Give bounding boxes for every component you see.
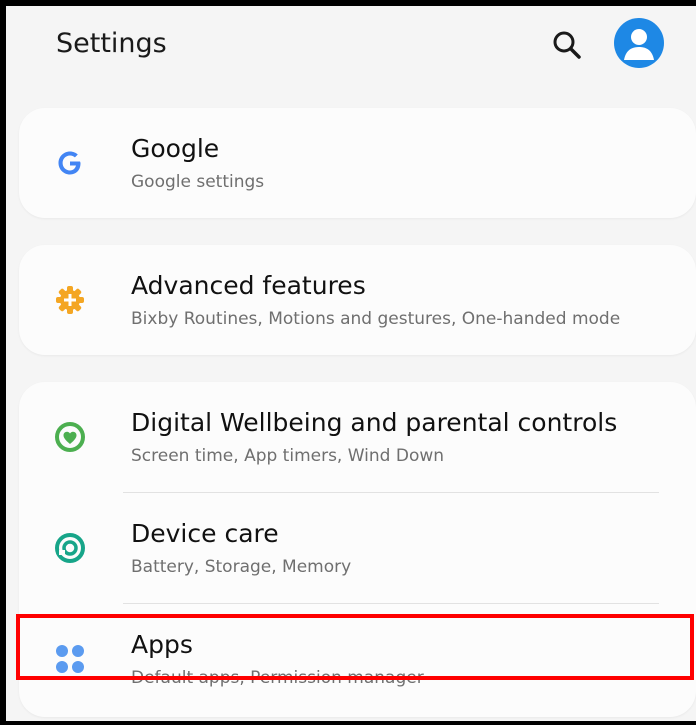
settings-item-label: Google [131, 134, 220, 163]
settings-item-label: Digital Wellbeing and parental controls [131, 408, 618, 437]
advanced-features-card: Advanced features Bixby Routines, Motion… [19, 245, 696, 355]
settings-header: Settings [6, 6, 696, 86]
settings-item-subtitle: Battery, Storage, Memory [131, 557, 352, 577]
search-icon [553, 31, 581, 59]
google-icon [51, 144, 89, 182]
settings-item-subtitle: Google settings [131, 172, 265, 192]
settings-item-subtitle: Bixby Routines, Motions and gestures, On… [131, 309, 621, 329]
settings-item-subtitle: Screen time, App timers, Wind Down [131, 446, 445, 466]
account-button[interactable] [614, 18, 664, 68]
settings-screen: Settings Google Google settings Advanced… [6, 6, 696, 721]
search-button[interactable] [550, 28, 584, 62]
device-care-icon [51, 529, 89, 567]
settings-item-device-care[interactable]: Device care Battery, Storage, Memory [19, 493, 696, 603]
advanced-features-icon [51, 281, 89, 319]
settings-item-advanced-features[interactable]: Advanced features Bixby Routines, Motion… [19, 245, 696, 355]
settings-item-google[interactable]: Google Google settings [19, 108, 696, 218]
apps-highlight-box [16, 614, 694, 680]
settings-item-label: Device care [131, 519, 279, 548]
page-title: Settings [56, 28, 167, 59]
settings-item-label: Advanced features [131, 271, 366, 300]
settings-item-digital-wellbeing[interactable]: Digital Wellbeing and parental controls … [19, 382, 696, 492]
google-card: Google Google settings [19, 108, 696, 218]
account-icon [624, 29, 654, 60]
digital-wellbeing-icon [51, 418, 89, 456]
